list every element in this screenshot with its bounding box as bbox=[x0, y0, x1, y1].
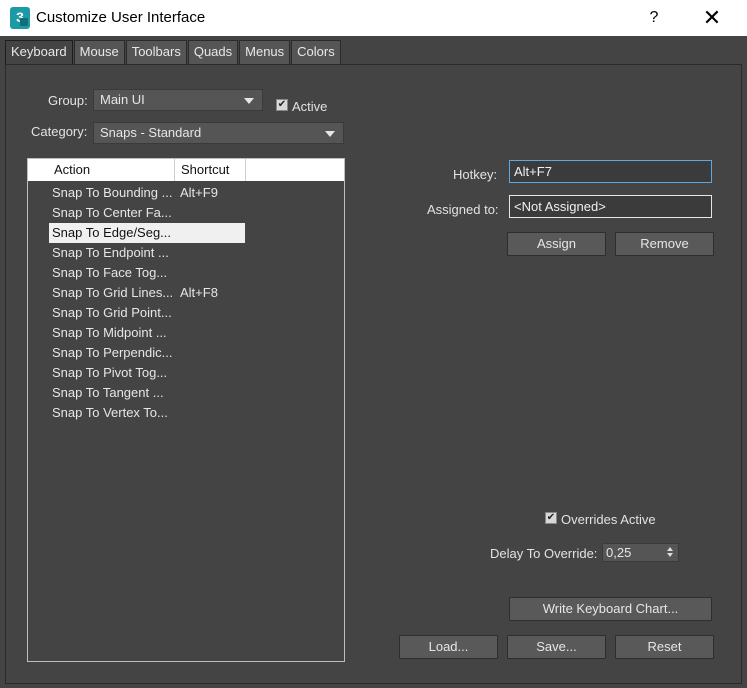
tab-toolbars[interactable]: Toolbars bbox=[125, 40, 187, 64]
remove-button[interactable]: Remove bbox=[615, 232, 714, 256]
action-name: Snap To Edge/Seg... bbox=[52, 225, 172, 240]
column-header-action[interactable]: Action bbox=[28, 159, 175, 181]
assigned-to-field: <Not Assigned> bbox=[509, 195, 712, 218]
assign-button[interactable]: Assign bbox=[507, 232, 606, 256]
list-item[interactable]: Snap To Pivot Tog... bbox=[49, 363, 245, 383]
action-name: Snap To Vertex To... bbox=[52, 405, 168, 420]
tab-mouse[interactable]: Mouse bbox=[73, 40, 125, 64]
list-item-selected[interactable]: Snap To Edge/Seg... bbox=[49, 223, 245, 243]
action-name: Snap To Face Tog... bbox=[52, 265, 168, 280]
keyboard-panel: Group: Main UI ✔ Active Category: Snaps … bbox=[5, 64, 742, 684]
list-item[interactable]: Snap To Grid Lines... Alt+F8 bbox=[49, 283, 245, 303]
tab-keyboard[interactable]: Keyboard bbox=[5, 40, 73, 66]
dialog-body: Keyboard Mouse Toolbars Quads Menus Colo… bbox=[0, 36, 747, 688]
delay-to-override-spinner[interactable]: 0,25 bbox=[602, 543, 679, 562]
title-bar: 3 Customize User Interface ? ✕ bbox=[0, 0, 747, 36]
close-button[interactable]: ✕ bbox=[695, 4, 729, 32]
overrides-active-checkbox[interactable]: ✔ bbox=[545, 512, 557, 524]
active-label: Active bbox=[292, 99, 328, 114]
category-label: Category: bbox=[31, 124, 88, 139]
tab-quads[interactable]: Quads bbox=[187, 40, 239, 64]
list-item[interactable]: Snap To Tangent ... bbox=[49, 383, 245, 403]
app-icon: 3 bbox=[10, 7, 30, 29]
hotkey-label: Hotkey: bbox=[453, 167, 498, 182]
list-item[interactable]: Snap To Perpendic... bbox=[49, 343, 245, 363]
assigned-to-label: Assigned to: bbox=[427, 202, 499, 217]
action-name: Snap To Bounding ... bbox=[52, 185, 173, 200]
list-item[interactable]: Snap To Bounding ... Alt+F9 bbox=[49, 183, 245, 203]
action-name: Snap To Pivot Tog... bbox=[52, 365, 168, 380]
delay-value: 0,25 bbox=[606, 545, 632, 560]
write-keyboard-chart-button[interactable]: Write Keyboard Chart... bbox=[509, 597, 712, 621]
hotkey-input[interactable]: Alt+F7 bbox=[509, 160, 712, 183]
reset-button[interactable]: Reset bbox=[615, 635, 714, 659]
action-shortcut: Alt+F8 bbox=[180, 285, 218, 300]
tab-bar: Keyboard Mouse Toolbars Quads Menus Colo… bbox=[5, 40, 342, 66]
active-checkbox[interactable]: ✔ bbox=[276, 99, 288, 111]
tab-menus[interactable]: Menus bbox=[239, 40, 291, 64]
list-item[interactable]: Snap To Face Tog... bbox=[49, 263, 245, 283]
category-value: Snaps - Standard bbox=[100, 125, 202, 140]
action-name: Snap To Endpoint ... bbox=[52, 245, 169, 260]
column-header-shortcut[interactable]: Shortcut bbox=[175, 159, 246, 181]
list-item[interactable]: Snap To Endpoint ... bbox=[49, 243, 245, 263]
action-name: Snap To Tangent ... bbox=[52, 385, 164, 400]
action-shortcut: Alt+F9 bbox=[180, 185, 218, 200]
group-value: Main UI bbox=[100, 92, 145, 107]
action-name: Snap To Grid Lines... bbox=[52, 285, 174, 300]
list-header: Action Shortcut bbox=[28, 159, 344, 181]
spinner-arrows-icon[interactable] bbox=[667, 546, 675, 559]
action-name: Snap To Center Fa... bbox=[52, 205, 172, 220]
chevron-down-icon bbox=[325, 131, 335, 137]
group-dropdown[interactable]: Main UI bbox=[93, 89, 263, 111]
list-item[interactable]: Snap To Vertex To... bbox=[49, 403, 245, 423]
action-list[interactable]: Action Shortcut Snap To Bounding ... Alt… bbox=[27, 158, 345, 662]
action-name: Snap To Grid Point... bbox=[52, 305, 172, 320]
save-button[interactable]: Save... bbox=[507, 635, 606, 659]
category-dropdown[interactable]: Snaps - Standard bbox=[93, 122, 344, 144]
action-name: Snap To Midpoint ... bbox=[52, 325, 167, 340]
window-title: Customize User Interface bbox=[36, 9, 206, 26]
list-item[interactable]: Snap To Center Fa... bbox=[49, 203, 245, 223]
tab-colors[interactable]: Colors bbox=[291, 40, 341, 64]
delay-to-override-label: Delay To Override: bbox=[490, 546, 598, 561]
group-label: Group: bbox=[48, 93, 88, 108]
action-name: Snap To Perpendic... bbox=[52, 345, 173, 360]
overrides-active-label: Overrides Active bbox=[561, 512, 656, 527]
list-item[interactable]: Snap To Midpoint ... bbox=[49, 323, 245, 343]
list-item[interactable]: Snap To Grid Point... bbox=[49, 303, 245, 323]
load-button[interactable]: Load... bbox=[399, 635, 498, 659]
chevron-down-icon bbox=[244, 98, 254, 104]
help-button[interactable]: ? bbox=[640, 6, 668, 30]
